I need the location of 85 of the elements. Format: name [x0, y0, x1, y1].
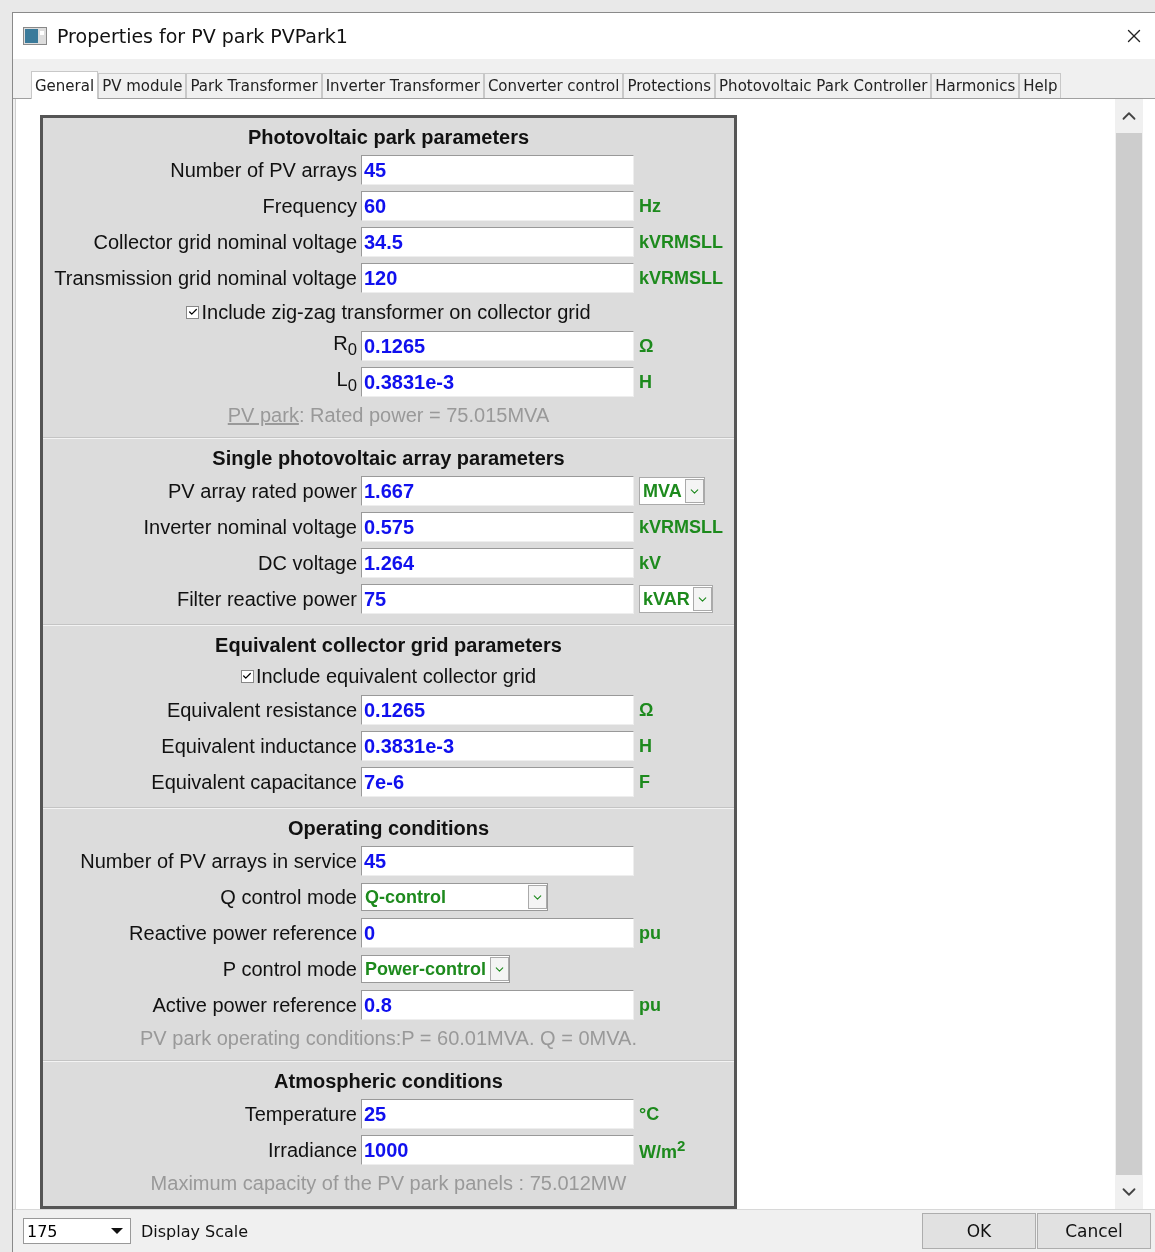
input-field[interactable]: 75 [361, 584, 634, 614]
window-icon [23, 27, 47, 45]
tab[interactable]: Park Transformer [186, 73, 322, 98]
tab[interactable]: Help [1019, 73, 1062, 98]
unit-label: °C [638, 1103, 661, 1125]
input-field[interactable]: 0.3831e-3 [361, 731, 634, 761]
unit-label: kV [638, 552, 663, 574]
scale-dropdown[interactable]: 175 [23, 1218, 131, 1244]
input-field[interactable]: 0.575 [361, 512, 634, 542]
unit-label: Hz [638, 195, 662, 217]
input-field[interactable]: 1.667 [361, 476, 634, 506]
checkbox[interactable] [186, 305, 200, 319]
input-field[interactable]: 0.1265 [361, 331, 634, 361]
section-heading: Operating conditions [286, 816, 491, 841]
mode-dropdown[interactable]: Q-control [361, 883, 548, 911]
input-field[interactable]: 34.5 [361, 227, 634, 257]
field-label: Frequency [261, 194, 358, 218]
unit-label: kVRMSLL [638, 267, 724, 289]
tab[interactable]: Inverter Transformer [321, 73, 484, 98]
input-field[interactable]: 7e-6 [361, 767, 634, 797]
scrollbar[interactable] [1115, 99, 1143, 1209]
section-heading: Photovoltaic park parameters [246, 125, 531, 150]
window-title: Properties for PV park PVPark1 [57, 25, 349, 47]
dialog-button[interactable]: OK [922, 1213, 1036, 1249]
unit-label: H [638, 371, 653, 393]
tab[interactable]: Photovoltaic Park Controller [715, 73, 932, 98]
tab[interactable]: Converter control [483, 73, 624, 98]
unit-label: pu [638, 922, 662, 944]
field-label: Number of PV arrays [169, 158, 358, 182]
field-label: Equivalent inductance [160, 734, 358, 758]
tab[interactable]: PV module [98, 73, 187, 98]
input-field[interactable]: 45 [361, 846, 634, 876]
unit-label: kVRMSLL [638, 516, 724, 538]
field-label: R$_{0}$ [332, 332, 358, 360]
field-label: P control mode [221, 957, 358, 981]
input-field[interactable]: 0 [361, 918, 634, 948]
info-text: PV park operating conditions:P = 60.01MVA. Q = 0MVA. [140, 1027, 637, 1049]
scale-label: Display Scale [141, 1221, 250, 1241]
field-label: Reactive power reference [128, 921, 358, 945]
field-label: Number of PV arrays in service [79, 849, 358, 873]
unit-label: F [638, 771, 651, 793]
tab[interactable]: General [31, 71, 99, 99]
input-field[interactable]: 120 [361, 263, 634, 293]
field-label: Filter reactive power [175, 587, 358, 611]
field-label: Temperature [243, 1102, 358, 1126]
input-field[interactable]: 0.8 [361, 990, 634, 1020]
unit-label: pu [638, 994, 662, 1016]
mode-dropdown[interactable]: Power-control [361, 955, 510, 983]
field-label: Collector grid nominal voltage [92, 230, 358, 254]
field-label: Active power reference [151, 993, 358, 1017]
tab[interactable]: Harmonics [931, 73, 1020, 98]
field-label: PV array rated power [167, 479, 358, 503]
field-label: Transmission grid nominal voltage [53, 266, 358, 290]
section-heading: Equivalent collector grid parameters [214, 633, 563, 658]
unit-label: Ω [638, 335, 655, 357]
field-label: Q control mode [219, 885, 358, 909]
input-field[interactable]: 0.3831e-3 [361, 367, 634, 397]
input-field[interactable]: 25 [361, 1099, 634, 1129]
unit-dropdown[interactable]: kVAR [639, 585, 713, 613]
info-text: Maximum capacity of the PV park panels : 75.012MW [150, 1172, 627, 1194]
caret-icon[interactable] [111, 1228, 123, 1234]
section-heading: Atmospheric conditions [273, 1069, 504, 1094]
field-label: Equivalent resistance [165, 698, 358, 722]
checkbox-label: Include equivalent collector grid [255, 664, 537, 688]
info-text: : Rated power = 75.015MVA [298, 404, 550, 426]
unit-label: H [638, 735, 653, 757]
checkbox[interactable] [240, 669, 254, 683]
unit-label: Ω [638, 699, 655, 721]
field-label: L$_{0}$ [335, 368, 358, 396]
input-field[interactable]: 60 [361, 191, 634, 221]
input-field[interactable]: 0.1265 [361, 695, 634, 725]
field-label: Equivalent capacitance [150, 770, 358, 794]
checkbox-label: Include zig-zag transformer on collector grid [201, 300, 591, 324]
input-field[interactable]: 45 [361, 155, 634, 185]
dialog-button[interactable]: Cancel [1037, 1213, 1151, 1249]
unit-label: kVRMSLL [638, 231, 724, 253]
unit-dropdown[interactable]: MVA [639, 477, 705, 505]
field-label: Inverter nominal voltage [142, 515, 358, 539]
tab[interactable]: Protections [623, 73, 716, 98]
input-field[interactable]: 1000 [361, 1135, 634, 1165]
input-field[interactable]: 1.264 [361, 548, 634, 578]
section-heading: Single photovoltaic array parameters [211, 446, 566, 471]
unit-label: W/m$^{2}$ [638, 1137, 687, 1163]
field-label: DC voltage [257, 551, 358, 575]
field-label: Irradiance [267, 1138, 358, 1162]
